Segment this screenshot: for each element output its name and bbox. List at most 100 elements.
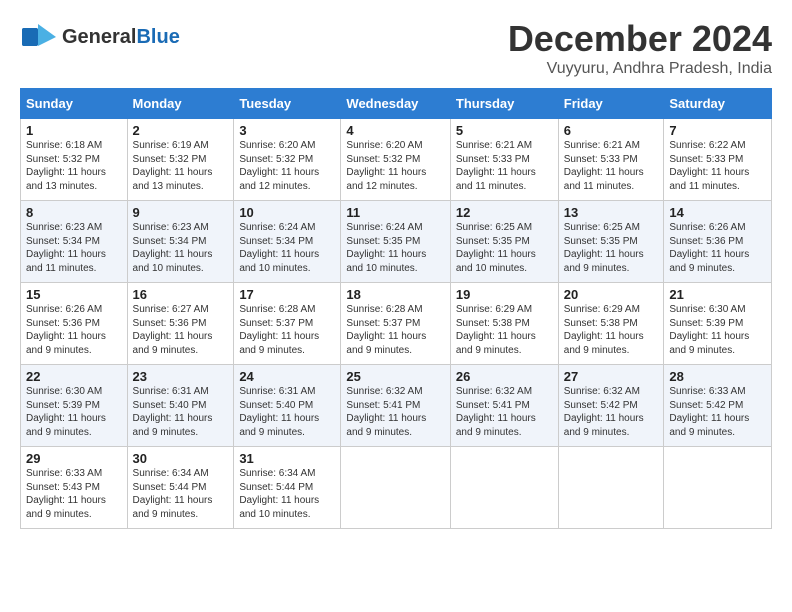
- day-cell: 18Sunrise: 6:28 AM Sunset: 5:37 PM Dayli…: [341, 283, 450, 365]
- day-number: 12: [456, 205, 553, 220]
- day-cell: 11Sunrise: 6:24 AM Sunset: 5:35 PM Dayli…: [341, 201, 450, 283]
- col-header-saturday: Saturday: [664, 89, 772, 119]
- day-cell: 5Sunrise: 6:21 AM Sunset: 5:33 PM Daylig…: [450, 119, 558, 201]
- week-row-4: 22Sunrise: 6:30 AM Sunset: 5:39 PM Dayli…: [21, 365, 772, 447]
- day-number: 20: [564, 287, 659, 302]
- day-number: 14: [669, 205, 766, 220]
- day-cell: 7Sunrise: 6:22 AM Sunset: 5:33 PM Daylig…: [664, 119, 772, 201]
- day-info: Sunrise: 6:19 AM Sunset: 5:32 PM Dayligh…: [133, 139, 229, 193]
- day-cell: 24Sunrise: 6:31 AM Sunset: 5:40 PM Dayli…: [234, 365, 341, 447]
- day-cell: 31Sunrise: 6:34 AM Sunset: 5:44 PM Dayli…: [234, 447, 341, 529]
- day-info: Sunrise: 6:34 AM Sunset: 5:44 PM Dayligh…: [239, 467, 335, 521]
- page-header: GeneralBlue December 2024 Vuyyuru, Andhr…: [20, 18, 772, 78]
- day-info: Sunrise: 6:21 AM Sunset: 5:33 PM Dayligh…: [564, 139, 659, 193]
- day-number: 31: [239, 451, 335, 466]
- day-cell: 2Sunrise: 6:19 AM Sunset: 5:32 PM Daylig…: [127, 119, 234, 201]
- day-cell: 16Sunrise: 6:27 AM Sunset: 5:36 PM Dayli…: [127, 283, 234, 365]
- day-number: 4: [346, 123, 444, 138]
- day-number: 1: [26, 123, 122, 138]
- header-row: SundayMondayTuesdayWednesdayThursdayFrid…: [21, 89, 772, 119]
- day-info: Sunrise: 6:28 AM Sunset: 5:37 PM Dayligh…: [346, 303, 444, 357]
- day-number: 21: [669, 287, 766, 302]
- day-cell: 28Sunrise: 6:33 AM Sunset: 5:42 PM Dayli…: [664, 365, 772, 447]
- week-row-1: 1Sunrise: 6:18 AM Sunset: 5:32 PM Daylig…: [21, 119, 772, 201]
- day-info: Sunrise: 6:29 AM Sunset: 5:38 PM Dayligh…: [564, 303, 659, 357]
- week-row-2: 8 Sunrise: 6:23 AM Sunset: 5:34 PM Daylig…: [21, 201, 772, 283]
- day-info: Sunrise: 6:29 AM Sunset: 5:38 PM Dayligh…: [456, 303, 553, 357]
- day-number: 28: [669, 369, 766, 384]
- day-info: Sunrise: 6:23 AM Sunset: 5:34 PM Dayligh…: [133, 221, 229, 275]
- day-info: Sunrise: 6:26 AM Sunset: 5:36 PM Dayligh…: [669, 221, 766, 275]
- day-info: Sunrise: 6:24 AM Sunset: 5:35 PM Dayligh…: [346, 221, 444, 275]
- day-cell: 9Sunrise: 6:23 AM Sunset: 5:34 PM Daylig…: [127, 201, 234, 283]
- day-cell: 26Sunrise: 6:32 AM Sunset: 5:41 PM Dayli…: [450, 365, 558, 447]
- title-block: December 2024 Vuyyuru, Andhra Pradesh, I…: [508, 18, 772, 78]
- logo-general: General: [62, 26, 136, 48]
- day-cell: [450, 447, 558, 529]
- day-info: Sunrise: 6:25 AM Sunset: 5:35 PM Dayligh…: [456, 221, 553, 275]
- day-info: Sunrise: 6:26 AM Sunset: 5:36 PM Dayligh…: [26, 303, 122, 357]
- day-cell: 6Sunrise: 6:21 AM Sunset: 5:33 PM Daylig…: [558, 119, 664, 201]
- day-number: 2: [133, 123, 229, 138]
- day-info: Sunrise: 6:32 AM Sunset: 5:42 PM Dayligh…: [564, 385, 659, 439]
- location: Vuyyuru, Andhra Pradesh, India: [508, 60, 772, 78]
- day-number: 18: [346, 287, 444, 302]
- day-cell: 1Sunrise: 6:18 AM Sunset: 5:32 PM Daylig…: [21, 119, 128, 201]
- day-cell: 29Sunrise: 6:33 AM Sunset: 5:43 PM Dayli…: [21, 447, 128, 529]
- logo-blue: Blue: [136, 26, 179, 48]
- day-number: 19: [456, 287, 553, 302]
- day-cell: 17Sunrise: 6:28 AM Sunset: 5:37 PM Dayli…: [234, 283, 341, 365]
- day-cell: 15Sunrise: 6:26 AM Sunset: 5:36 PM Dayli…: [21, 283, 128, 365]
- day-number: 15: [26, 287, 122, 302]
- day-info: Sunrise: 6:25 AM Sunset: 5:35 PM Dayligh…: [564, 221, 659, 275]
- day-cell: 8Sunrise: 6:23 AM Sunset: 5:34 PM Daylig…: [21, 201, 128, 283]
- day-number: 10: [239, 205, 335, 220]
- col-header-wednesday: Wednesday: [341, 89, 450, 119]
- logo: GeneralBlue: [20, 18, 180, 56]
- col-header-thursday: Thursday: [450, 89, 558, 119]
- day-info: Sunrise: 6:28 AM Sunset: 5:37 PM Dayligh…: [239, 303, 335, 357]
- day-cell: 12Sunrise: 6:25 AM Sunset: 5:35 PM Dayli…: [450, 201, 558, 283]
- day-number: 17: [239, 287, 335, 302]
- day-info: Sunrise: 6:20 AM Sunset: 5:32 PM Dayligh…: [239, 139, 335, 193]
- day-info: Sunrise: 6:32 AM Sunset: 5:41 PM Dayligh…: [346, 385, 444, 439]
- day-number: 8: [26, 205, 122, 220]
- day-number: 9: [133, 205, 229, 220]
- day-cell: [558, 447, 664, 529]
- day-number: 23: [133, 369, 229, 384]
- col-header-friday: Friday: [558, 89, 664, 119]
- logo-icon: [20, 18, 58, 56]
- day-cell: 10Sunrise: 6:24 AM Sunset: 5:34 PM Dayli…: [234, 201, 341, 283]
- day-cell: [341, 447, 450, 529]
- day-number: 25: [346, 369, 444, 384]
- col-header-tuesday: Tuesday: [234, 89, 341, 119]
- day-info: Sunrise: 6:27 AM Sunset: 5:36 PM Dayligh…: [133, 303, 229, 357]
- day-cell: 19Sunrise: 6:29 AM Sunset: 5:38 PM Dayli…: [450, 283, 558, 365]
- col-header-sunday: Sunday: [21, 89, 128, 119]
- day-number: 6: [564, 123, 659, 138]
- day-info: Sunrise: 6:20 AM Sunset: 5:32 PM Dayligh…: [346, 139, 444, 193]
- day-number: 26: [456, 369, 553, 384]
- day-cell: 22Sunrise: 6:30 AM Sunset: 5:39 PM Dayli…: [21, 365, 128, 447]
- calendar-table: SundayMondayTuesdayWednesdayThursdayFrid…: [20, 88, 772, 529]
- day-info: Sunrise: 6:18 AM Sunset: 5:32 PM Dayligh…: [26, 139, 122, 193]
- day-cell: 27Sunrise: 6:32 AM Sunset: 5:42 PM Dayli…: [558, 365, 664, 447]
- day-number: 7: [669, 123, 766, 138]
- day-cell: 13Sunrise: 6:25 AM Sunset: 5:35 PM Dayli…: [558, 201, 664, 283]
- day-info: Sunrise: 6:31 AM Sunset: 5:40 PM Dayligh…: [239, 385, 335, 439]
- day-number: 22: [26, 369, 122, 384]
- day-info: Sunrise: 6:24 AM Sunset: 5:34 PM Dayligh…: [239, 221, 335, 275]
- day-cell: [664, 447, 772, 529]
- day-cell: 23Sunrise: 6:31 AM Sunset: 5:40 PM Dayli…: [127, 365, 234, 447]
- day-number: 29: [26, 451, 122, 466]
- day-number: 3: [239, 123, 335, 138]
- day-info: Sunrise: 6:22 AM Sunset: 5:33 PM Dayligh…: [669, 139, 766, 193]
- page-container: GeneralBlue December 2024 Vuyyuru, Andhr…: [0, 0, 792, 539]
- day-info: Sunrise: 6:30 AM Sunset: 5:39 PM Dayligh…: [669, 303, 766, 357]
- day-number: 24: [239, 369, 335, 384]
- month-title: December 2024: [508, 18, 772, 60]
- day-cell: 3Sunrise: 6:20 AM Sunset: 5:32 PM Daylig…: [234, 119, 341, 201]
- day-number: 13: [564, 205, 659, 220]
- day-cell: 4Sunrise: 6:20 AM Sunset: 5:32 PM Daylig…: [341, 119, 450, 201]
- day-number: 16: [133, 287, 229, 302]
